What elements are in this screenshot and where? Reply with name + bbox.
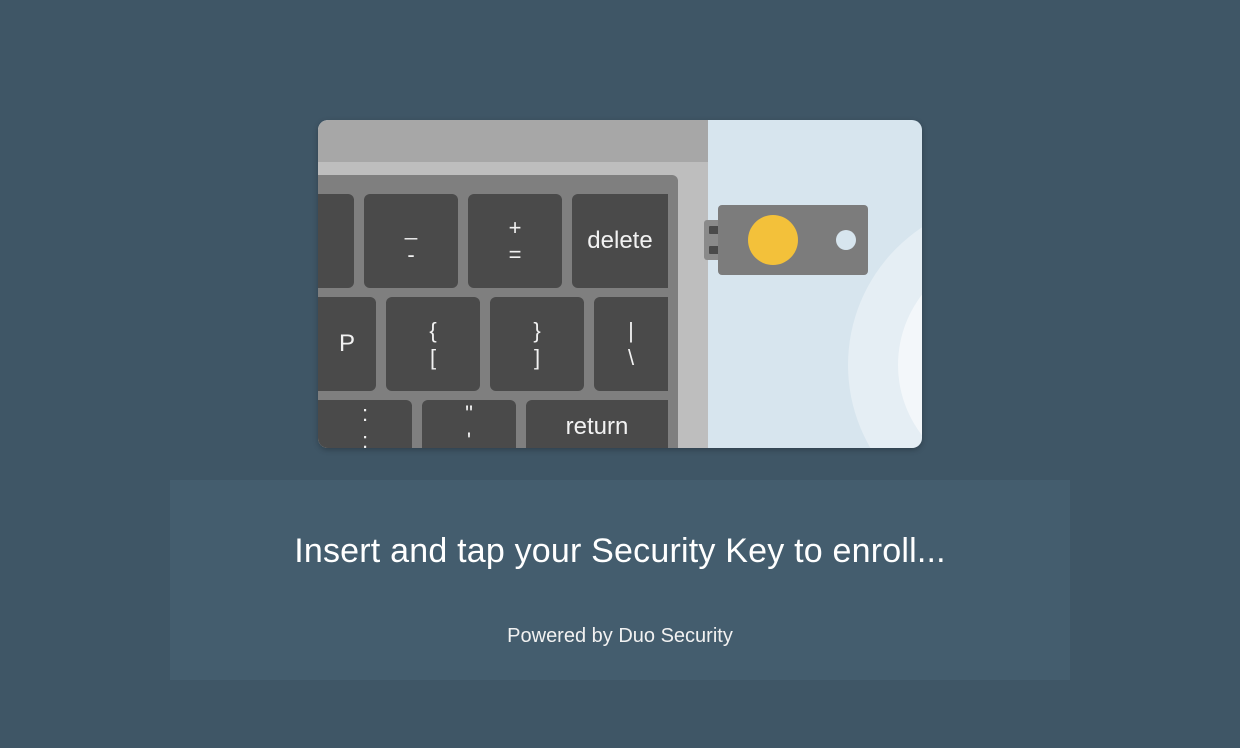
keyboard-key-p: P: [318, 297, 376, 391]
key-glyph: ': [467, 429, 471, 448]
keyboard-key-quote: " ': [422, 400, 516, 448]
keyboard-key-bracket-right: } ]: [490, 297, 584, 391]
key-glyph: =: [509, 243, 522, 266]
key-glyph: {: [429, 319, 436, 342]
key-glyph: ;: [362, 429, 368, 448]
security-key-hole-icon: [836, 230, 856, 250]
keyboard-key-delete: delete: [572, 194, 668, 288]
key-glyph: _: [405, 216, 417, 239]
laptop-deck-top: [318, 120, 708, 162]
powered-by-text: Powered by Duo Security: [170, 625, 1070, 648]
key-label: delete: [587, 228, 652, 253]
keyboard-key-minus: _ -: [364, 194, 458, 288]
keyboard-key-equals: + =: [468, 194, 562, 288]
key-glyph: [: [430, 346, 436, 369]
key-glyph: +: [509, 216, 522, 239]
key-glyph: }: [533, 319, 540, 342]
security-key-enroll-page: _ - + = delete P { [ } ] | \ : ;: [0, 0, 1240, 748]
instruction-text: Insert and tap your Security Key to enro…: [170, 532, 1070, 571]
key-glyph: :: [362, 402, 368, 425]
security-key-button-icon: [748, 215, 798, 265]
keyboard-key-semicolon: : ;: [318, 400, 412, 448]
keyboard-key: [318, 194, 354, 288]
security-key-illustration: _ - + = delete P { [ } ] | \ : ;: [318, 120, 922, 448]
key-glyph: ]: [534, 346, 540, 369]
keyboard-key-backslash: | \: [594, 297, 668, 391]
key-label: return: [566, 414, 629, 439]
key-label: P: [339, 331, 355, 356]
key-glyph: -: [407, 243, 414, 266]
key-glyph: \: [628, 346, 634, 369]
key-glyph: |: [628, 319, 634, 342]
message-panel: Insert and tap your Security Key to enro…: [170, 480, 1070, 680]
keyboard-key-return: return: [526, 400, 668, 448]
key-glyph: ": [465, 402, 473, 425]
keyboard-key-bracket-left: { [: [386, 297, 480, 391]
